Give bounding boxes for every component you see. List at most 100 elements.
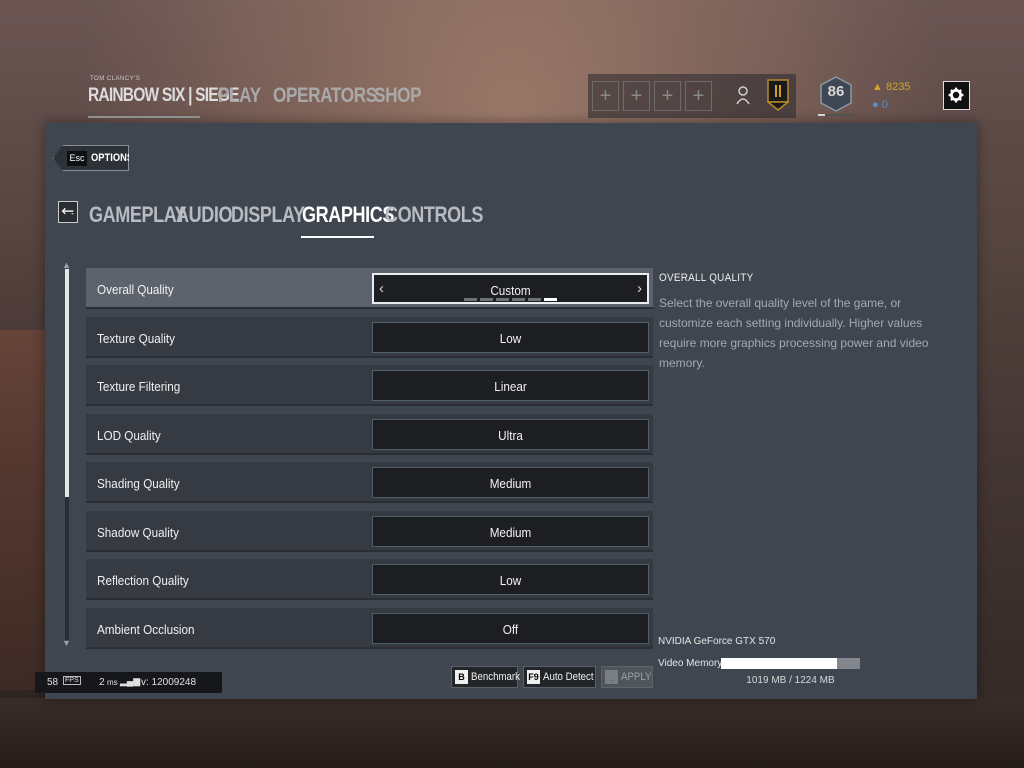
setting-value: Custom: [490, 283, 531, 298]
setting-label: Ambient Occlusion: [97, 622, 195, 637]
renown-amount: 8235: [885, 81, 911, 93]
logo-title: RAINBOW SIX | SIEGE: [88, 85, 239, 106]
background-ground: [0, 698, 1024, 768]
setting-row-texture-filtering[interactable]: Texture Filtering Linear: [86, 365, 653, 406]
setting-label: Shading Quality: [97, 476, 180, 491]
r6-credits-balance: ● 0: [872, 99, 888, 111]
vram-usage-fill: [721, 658, 837, 669]
squad-slot-plus-icon[interactable]: +: [592, 81, 619, 111]
fps-value: 58: [47, 677, 59, 688]
setting-value-selector[interactable]: Medium: [372, 516, 649, 547]
tab-controls[interactable]: CONTROLS: [385, 202, 483, 228]
renown-icon: ▲: [872, 81, 883, 93]
setting-row-lod-quality[interactable]: LOD Quality Ultra: [86, 414, 653, 455]
chevron-right-icon[interactable]: ›: [637, 280, 642, 297]
top-bar: TOM CLANCY'S RAINBOW SIX | SIEGE PLAY OP…: [0, 70, 1024, 122]
description-body: Select the overall quality level of the …: [659, 296, 929, 370]
game-logo: TOM CLANCY'S RAINBOW SIX | SIEGE: [88, 74, 239, 118]
banner-icon[interactable]: [767, 79, 789, 111]
apply-button[interactable]: _ APPLY: [601, 666, 653, 688]
back-icon[interactable]: [58, 201, 78, 223]
chevron-left-icon[interactable]: ‹: [379, 280, 384, 297]
options-panel: Esc OPTIONS GAMEPLAY AUDIO DISPLAY GRAPH…: [45, 123, 977, 699]
nav-play[interactable]: PLAY: [218, 84, 261, 108]
r6-credits-icon: ●: [872, 99, 879, 111]
setting-row-reflection-quality[interactable]: Reflection Quality Low: [86, 559, 653, 600]
setting-label: Overall Quality: [97, 282, 174, 297]
nav-operators[interactable]: OPERATORS: [273, 84, 377, 108]
setting-value: Ultra: [498, 428, 523, 443]
setting-row-shading-quality[interactable]: Shading Quality Medium: [86, 462, 653, 503]
vram-usage-text: 1019 MB / 1224 MB: [746, 675, 835, 686]
benchmark-label: Benchmark: [471, 671, 520, 683]
setting-value-selector[interactable]: Low: [372, 322, 649, 353]
apply-key: _: [605, 670, 618, 684]
options-back-button[interactable]: Esc OPTIONS: [53, 145, 129, 171]
renown-balance: ▲ 8235: [872, 81, 910, 93]
quality-pip-active: [544, 298, 557, 301]
auto-detect-button[interactable]: F9 Auto Detect: [523, 666, 596, 688]
setting-row-texture-quality[interactable]: Texture Quality Low: [86, 317, 653, 358]
player-level: 86: [827, 83, 845, 100]
squad-slot-plus-icon[interactable]: +: [685, 81, 712, 111]
fps-unit: FPS: [63, 676, 81, 685]
settings-button[interactable]: [943, 81, 970, 110]
esc-key: Esc: [67, 151, 87, 166]
scrollbar[interactable]: [65, 269, 69, 640]
gear-icon: [948, 87, 964, 103]
options-title: OPTIONS: [91, 152, 134, 164]
quality-pip: [496, 298, 509, 301]
apply-label: APPLY: [621, 671, 652, 683]
setting-row-overall-quality[interactable]: Overall Quality ‹ Custom ›: [86, 268, 653, 309]
tab-graphics[interactable]: GRAPHICS: [302, 202, 394, 228]
quality-pip: [512, 298, 525, 301]
ping-unit: ms: [107, 678, 118, 687]
quality-pip: [464, 298, 477, 301]
logo-subtitle: TOM CLANCY'S: [90, 76, 141, 82]
setting-value-selector[interactable]: Low: [372, 564, 649, 595]
scroll-down-icon[interactable]: ▼: [62, 638, 71, 648]
setting-value-selector[interactable]: Linear: [372, 370, 649, 401]
vram-label: Video Memory:: [658, 658, 726, 669]
performance-overlay: 58 FPS 2 ms ▂▄▆ v: 12009248: [35, 672, 222, 693]
setting-value: Low: [499, 573, 522, 588]
setting-value-selector[interactable]: Medium: [372, 467, 649, 498]
benchmark-button[interactable]: B Benchmark: [451, 666, 520, 688]
scrollbar-thumb[interactable]: [65, 269, 69, 497]
auto-detect-label: Auto Detect: [543, 671, 594, 683]
level-progress: [818, 114, 856, 116]
setting-value: Medium: [489, 476, 532, 491]
setting-value-selector[interactable]: ‹ Custom ›: [372, 273, 649, 304]
person-icon[interactable]: [735, 84, 751, 108]
squad-slot-plus-icon[interactable]: +: [623, 81, 650, 111]
setting-label: Texture Quality: [97, 331, 176, 346]
squad-panel: + + + +: [588, 74, 796, 118]
tab-gameplay[interactable]: GAMEPLAY: [89, 202, 187, 228]
r6-credits-amount: 0: [881, 99, 888, 111]
setting-row-shadow-quality[interactable]: Shadow Quality Medium: [86, 511, 653, 552]
gpu-name: NVIDIA GeForce GTX 570: [658, 636, 776, 647]
quality-level-indicator: [464, 298, 561, 301]
squad-slot-plus-icon[interactable]: +: [654, 81, 681, 111]
active-tab-underline: [301, 236, 374, 238]
back-arrow-icon: [61, 207, 74, 215]
setting-value-selector[interactable]: Off: [372, 613, 649, 644]
setting-row-ambient-occlusion[interactable]: Ambient Occlusion Off: [86, 608, 653, 649]
description-title: OVERALL QUALITY: [659, 272, 754, 284]
setting-value-selector[interactable]: Ultra: [372, 419, 649, 450]
benchmark-key: B: [455, 670, 468, 684]
setting-value: Linear: [494, 379, 527, 394]
nav-shop[interactable]: SHOP: [374, 84, 422, 108]
auto-detect-key: F9: [527, 670, 540, 684]
quality-pip: [480, 298, 493, 301]
setting-label: Reflection Quality: [97, 573, 189, 588]
level-progress-fill: [818, 114, 825, 116]
background-building-right: [969, 120, 1024, 700]
setting-label: Shadow Quality: [97, 525, 179, 540]
quality-pip: [528, 298, 541, 301]
tab-display[interactable]: DISPLAY: [231, 202, 305, 228]
setting-value: Medium: [489, 525, 532, 540]
vram-usage-bar: [721, 658, 860, 669]
tab-audio[interactable]: AUDIO: [176, 202, 232, 228]
setting-label: Texture Filtering: [97, 379, 181, 394]
